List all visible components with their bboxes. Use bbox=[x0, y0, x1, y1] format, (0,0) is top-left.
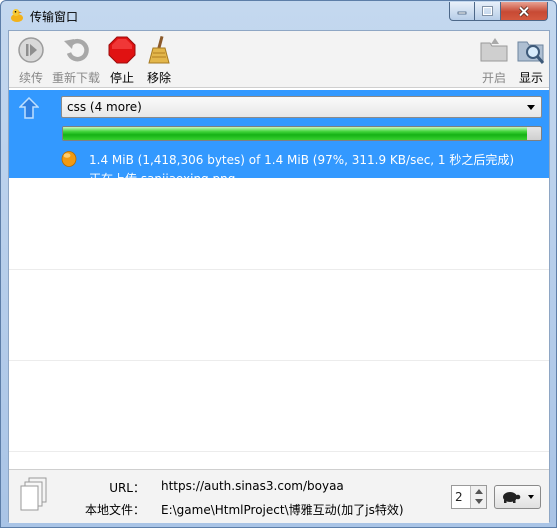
toolbar: 续传 重新下载 停止 移除 开启 显示 bbox=[9, 31, 549, 87]
row-divider bbox=[9, 360, 549, 361]
speed-limit-button[interactable] bbox=[494, 485, 541, 509]
transfer-window: 传输窗口 续传 重新下载 停止 移除 开启 显示 css (4 more) 1.… bbox=[0, 0, 557, 528]
upload-arrow-icon bbox=[19, 97, 39, 119]
turtle-icon bbox=[503, 492, 521, 503]
app-icon bbox=[11, 9, 23, 22]
concurrency-value: 2 bbox=[455, 490, 463, 504]
current-file-text: 正在上传 sanjiaoxing.png bbox=[89, 170, 235, 178]
minimize-icon bbox=[457, 11, 467, 15]
broom-icon bbox=[148, 35, 170, 64]
close-button[interactable] bbox=[501, 2, 548, 21]
file-select-value: css (4 more) bbox=[67, 100, 142, 114]
resume-icon bbox=[18, 37, 44, 63]
refresh-icon bbox=[64, 38, 89, 62]
stepper-buttons[interactable] bbox=[470, 486, 486, 508]
stop-icon bbox=[108, 36, 136, 64]
remove-button[interactable]: 移除 bbox=[139, 34, 179, 86]
progress-fill bbox=[63, 127, 527, 140]
url-label: URL： bbox=[109, 481, 145, 495]
stepper-down-icon[interactable] bbox=[475, 499, 483, 504]
status-text: 1.4 MiB (1,418,306 bytes) of 1.4 MiB (97… bbox=[89, 153, 515, 167]
chevron-down-icon bbox=[528, 495, 534, 499]
minimize-button[interactable] bbox=[449, 2, 475, 21]
show-label: 显示 bbox=[518, 71, 543, 85]
title-bar[interactable]: 传输窗口 bbox=[1, 1, 556, 30]
resume-button[interactable]: 续传 bbox=[11, 34, 51, 86]
window-title: 传输窗口 bbox=[30, 10, 79, 24]
progress-bar bbox=[62, 126, 542, 141]
chevron-down-icon bbox=[527, 105, 535, 110]
stepper-up-icon[interactable] bbox=[475, 489, 483, 494]
row-divider bbox=[9, 451, 549, 452]
remove-label: 移除 bbox=[146, 71, 171, 85]
folder-icon bbox=[480, 38, 508, 62]
local-file-label: 本地文件： bbox=[84, 503, 145, 517]
transfer-list[interactable]: css (4 more) 1.4 MiB (1,418,306 bytes) o… bbox=[9, 87, 549, 469]
show-button[interactable]: 显示 bbox=[511, 34, 551, 86]
details-panel: URL： https://auth.sinas3.com/boyaa 本地文件：… bbox=[9, 469, 549, 523]
status-dot-icon bbox=[61, 151, 77, 167]
transfer-row[interactable]: css (4 more) 1.4 MiB (1,418,306 bytes) o… bbox=[9, 90, 549, 178]
close-icon bbox=[518, 5, 530, 17]
client-area: 续传 重新下载 停止 移除 开启 显示 css (4 more) 1.4 MiB… bbox=[8, 30, 550, 523]
maximize-icon bbox=[482, 6, 493, 16]
concurrency-stepper[interactable]: 2 bbox=[451, 485, 487, 509]
local-file-value: E:\game\HtmlProject\博雅互动(加了js特效) bbox=[161, 503, 404, 517]
url-value: https://auth.sinas3.com/boyaa bbox=[161, 479, 344, 493]
file-select[interactable]: css (4 more) bbox=[61, 96, 542, 118]
folder-search-icon bbox=[517, 41, 545, 64]
redownload-button[interactable]: 重新下载 bbox=[52, 34, 100, 86]
maximize-button[interactable] bbox=[475, 2, 501, 21]
files-icon bbox=[20, 477, 47, 511]
row-divider bbox=[9, 269, 549, 270]
